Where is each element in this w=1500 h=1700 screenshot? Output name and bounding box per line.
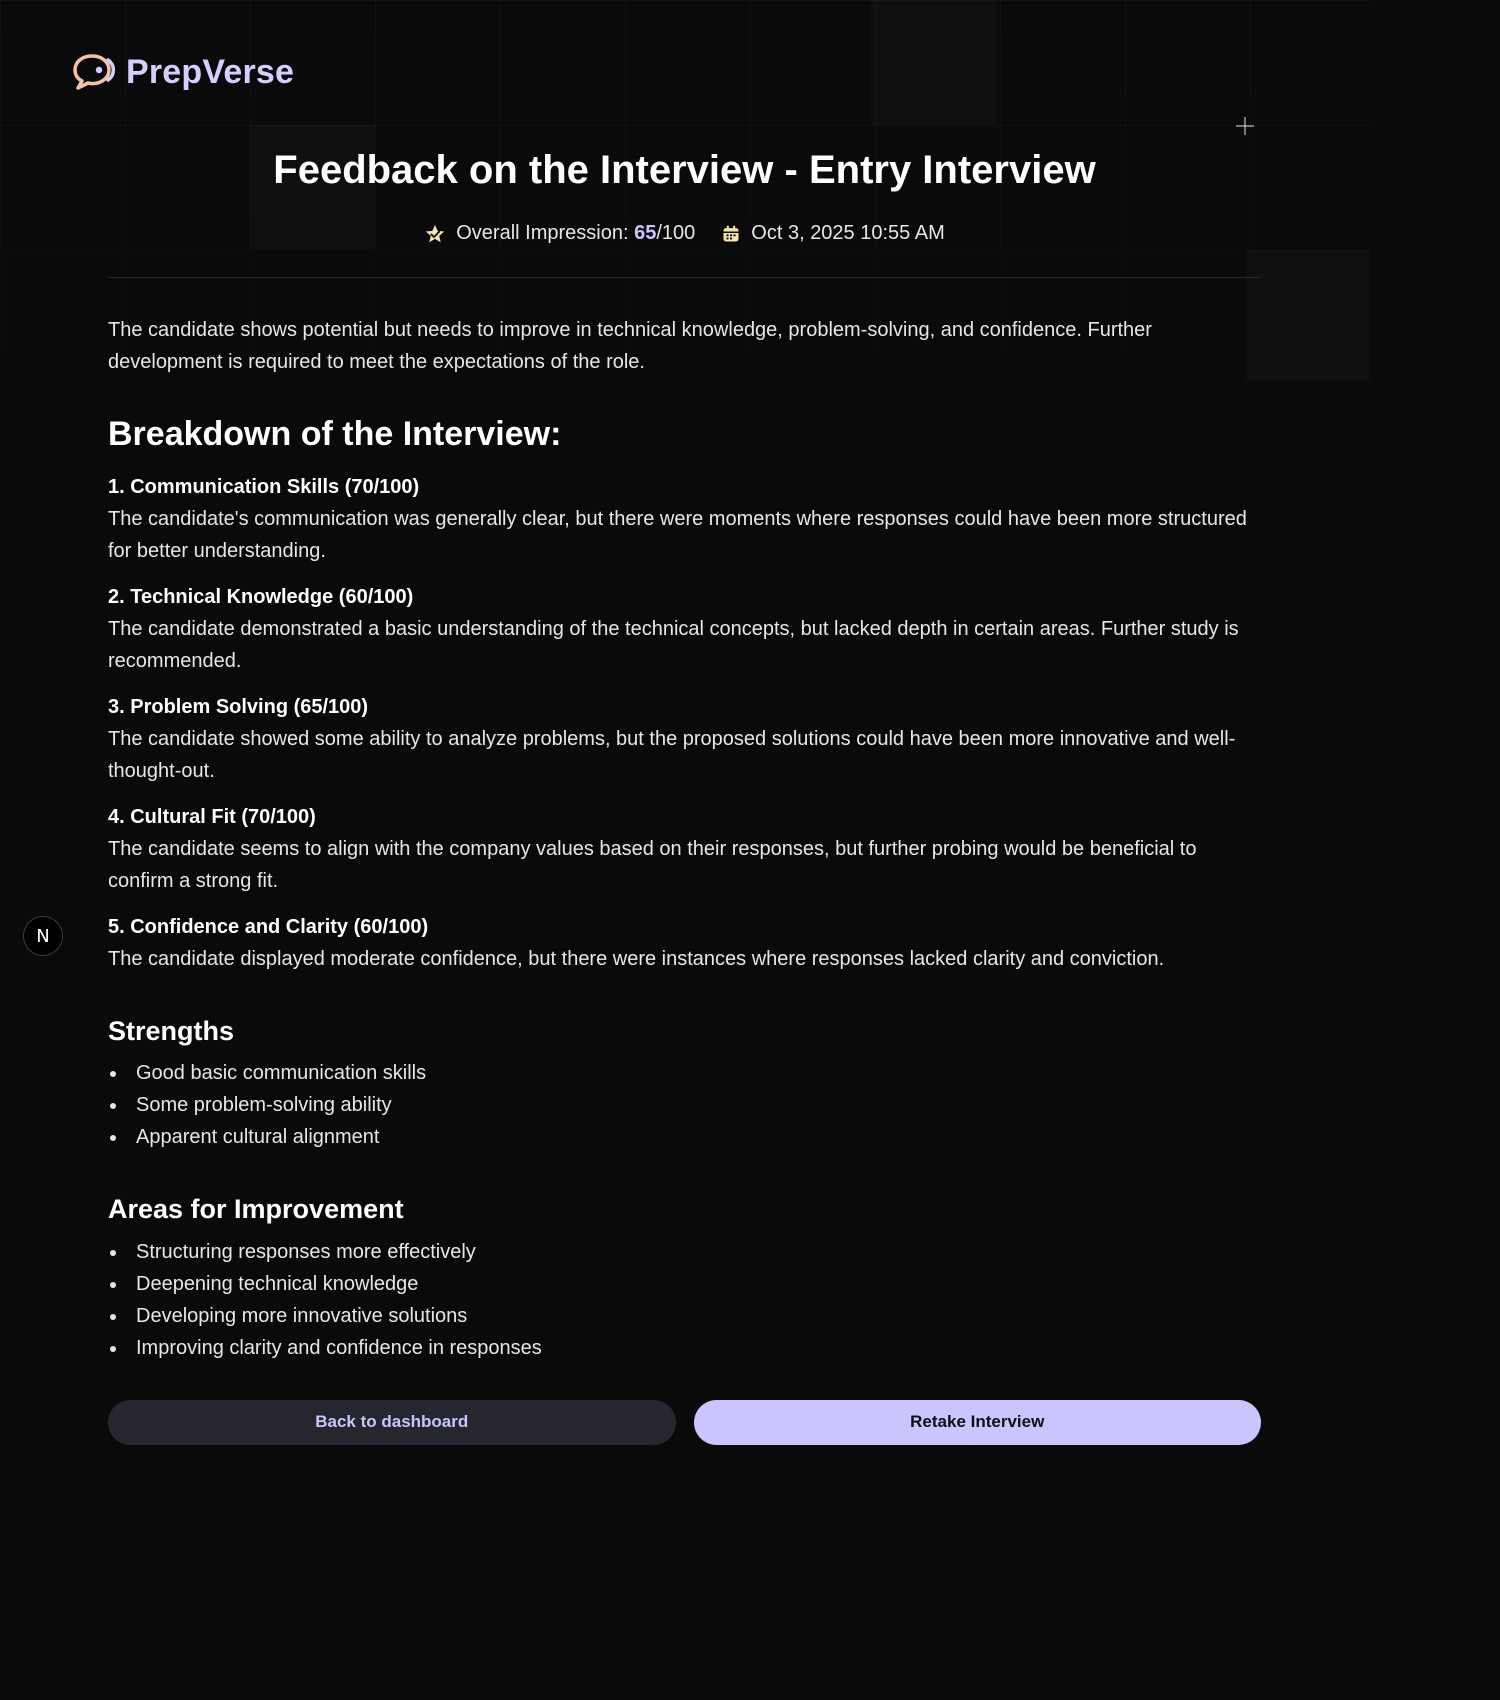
- calendar-icon: [721, 224, 741, 244]
- background-cell: [1246, 250, 1370, 380]
- brand-name: PrepVerse: [126, 52, 295, 91]
- strength-item: Some problem-solving ability: [108, 1089, 1261, 1121]
- improvement-item: Structuring responses more effectively: [108, 1236, 1261, 1268]
- overall-score-max: /100: [656, 222, 696, 244]
- improvement-item: Developing more innovative solutions: [108, 1300, 1261, 1332]
- category-title: 5. Confidence and Clarity (60/100): [108, 915, 429, 938]
- brand-logo[interactable]: PrepVerse: [72, 52, 294, 92]
- interview-date: Oct 3, 2025 10:55 AM: [721, 222, 945, 245]
- category-item: 3. Problem Solving (65/100) The candidat…: [108, 691, 1261, 787]
- feedback-page: Feedback on the Interview - Entry Interv…: [108, 130, 1261, 1445]
- chat-bubble-icon: [72, 52, 118, 92]
- action-buttons: Back to dashboard Retake Interview: [108, 1399, 1261, 1445]
- category-title: 1. Communication Skills (70/100): [108, 475, 420, 498]
- category-comment: The candidate showed some ability to ana…: [108, 727, 1236, 782]
- strengths-list: Good basic communication skills Some pro…: [108, 1057, 1261, 1153]
- strength-item: Apparent cultural alignment: [108, 1121, 1261, 1153]
- category-title: 3. Problem Solving (65/100): [108, 695, 369, 718]
- strength-item: Good basic communication skills: [108, 1057, 1261, 1089]
- date-text: Oct 3, 2025 10:55 AM: [751, 222, 945, 244]
- feedback-summary: The candidate shows potential but needs …: [108, 319, 1152, 373]
- feedback-meta: Overall Impression: 65/100 Oct 3, 2025 1…: [108, 222, 1261, 245]
- overall-score: 65: [634, 222, 657, 244]
- category-item: 4. Cultural Fit (70/100) The candidate s…: [108, 801, 1261, 897]
- page-title: Feedback on the Interview - Entry Interv…: [273, 148, 1096, 192]
- category-item: 5. Confidence and Clarity (60/100) The c…: [108, 911, 1261, 975]
- category-item: 1. Communication Skills (70/100) The can…: [108, 471, 1261, 567]
- overall-impression: Overall Impression: 65/100: [424, 222, 695, 245]
- category-comment: The candidate seems to align with the co…: [108, 837, 1197, 892]
- category-title: 4. Cultural Fit (70/100): [108, 805, 316, 828]
- category-list: 1. Communication Skills (70/100) The can…: [108, 471, 1261, 975]
- strengths-heading: Strengths: [108, 1015, 235, 1046]
- category-title: 2. Technical Knowledge (60/100): [108, 585, 414, 608]
- background-cell: [871, 0, 996, 125]
- category-comment: The candidate's communication was genera…: [108, 507, 1247, 562]
- divider: [108, 277, 1261, 278]
- impression-label: Overall Impression:: [456, 222, 635, 244]
- star-icon: [424, 223, 446, 245]
- retake-interview-button[interactable]: Retake Interview: [693, 1399, 1261, 1445]
- category-comment: The candidate displayed moderate confide…: [108, 947, 1165, 970]
- category-item: 2. Technical Knowledge (60/100) The cand…: [108, 581, 1261, 677]
- back-to-dashboard-button[interactable]: Back to dashboard: [108, 1399, 676, 1445]
- improvement-item: Deepening technical knowledge: [108, 1268, 1261, 1300]
- dev-tools-badge[interactable]: N: [23, 916, 63, 956]
- improvements-heading: Areas for Improvement: [108, 1194, 404, 1225]
- breakdown-heading: Breakdown of the Interview:: [108, 415, 562, 453]
- improvements-list: Structuring responses more effectively D…: [108, 1236, 1261, 1364]
- category-comment: The candidate demonstrated a basic under…: [108, 617, 1239, 672]
- improvement-item: Improving clarity and confidence in resp…: [108, 1332, 1261, 1364]
